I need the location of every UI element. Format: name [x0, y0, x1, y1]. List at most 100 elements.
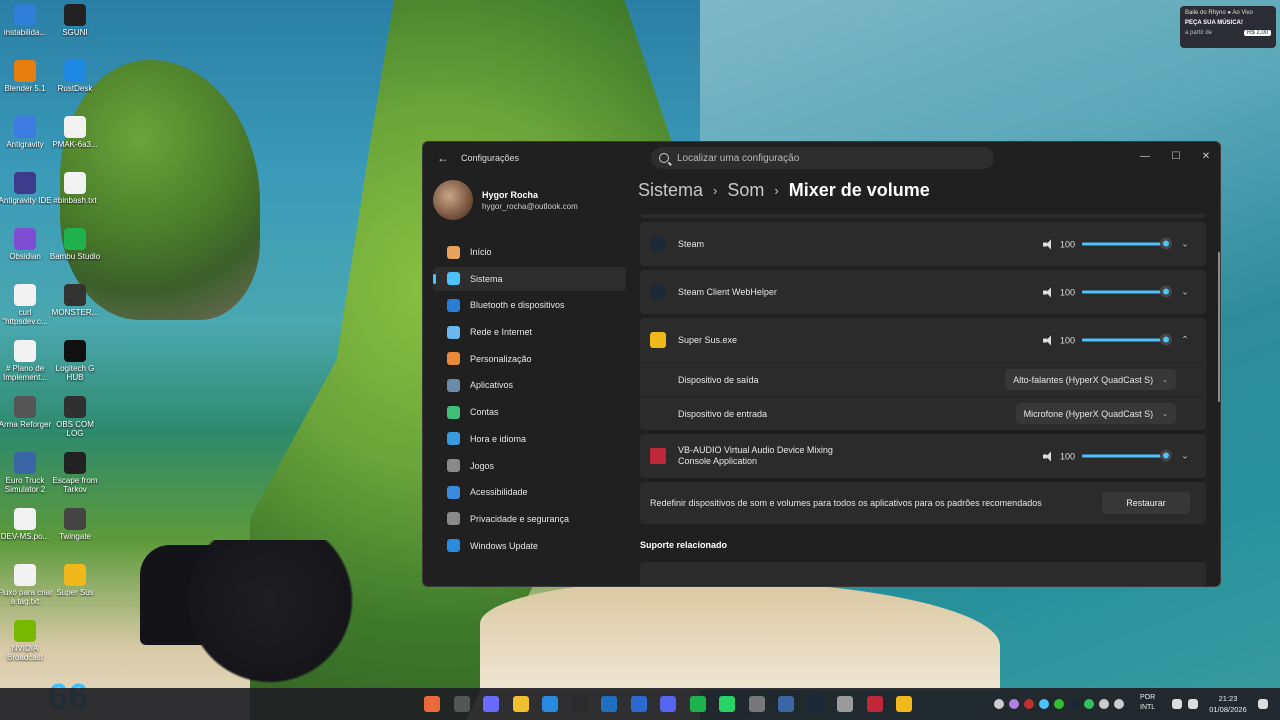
- copilot-icon[interactable]: [483, 696, 499, 712]
- super-sus-icon[interactable]: [896, 696, 912, 712]
- desktop-icon[interactable]: Escape from Tarkov: [47, 452, 103, 494]
- live-widget[interactable]: Baile do Rhyno ● Ao Vivo PEÇA SUA MÚSICA…: [1180, 6, 1276, 48]
- tray-app-icon[interactable]: [1039, 699, 1049, 709]
- desktop-icon[interactable]: curl "httpsdev.c...: [0, 284, 53, 326]
- app-shortcut-icon: [64, 284, 86, 306]
- desktop-icon[interactable]: Antigravity: [0, 116, 53, 149]
- breadcrumb-sistema[interactable]: Sistema: [638, 180, 703, 201]
- desktop-icon[interactable]: instabilida...: [0, 4, 53, 37]
- whatsapp-icon[interactable]: [719, 696, 735, 712]
- desktop-icon[interactable]: Antigravity IDE: [0, 172, 53, 205]
- volume-slider[interactable]: [1082, 333, 1172, 346]
- chevron-down-icon[interactable]: ⌄: [1180, 239, 1190, 250]
- volume-slider[interactable]: [1082, 285, 1172, 298]
- file-explorer-icon[interactable]: [512, 696, 529, 712]
- sidebar-item-home[interactable]: Início: [433, 240, 626, 264]
- bambu-icon[interactable]: [689, 696, 706, 712]
- desktop-icon[interactable]: MONSTER...: [47, 284, 103, 317]
- user-profile[interactable]: Hygor Rocha hygor_rocha@outlook.com: [423, 174, 628, 226]
- page-title: Mixer de volume: [788, 180, 930, 200]
- monitor-icon[interactable]: [1114, 699, 1124, 709]
- chevron-up-icon[interactable]: [994, 699, 1004, 709]
- scrollbar[interactable]: [1218, 252, 1220, 402]
- steam-icon[interactable]: [1069, 699, 1079, 709]
- search-icon: [659, 153, 669, 163]
- sidebar-item-shield[interactable]: Privacidade e segurança: [433, 507, 626, 531]
- chevron-down-icon[interactable]: ⌄: [1180, 287, 1190, 298]
- clock-date: 01/08/2026: [1209, 705, 1247, 714]
- desktop-icon[interactable]: Super Sus: [47, 564, 103, 597]
- desktop-icon[interactable]: Euro Truck Simulator 2: [0, 452, 53, 494]
- desktop-icon[interactable]: Logitech G HUB: [47, 340, 103, 382]
- volume-icon[interactable]: [1188, 699, 1198, 709]
- restore-button[interactable]: Restaurar: [1102, 492, 1190, 514]
- desktop-icon[interactable]: Fluxo para criar a tag.txt: [0, 564, 53, 606]
- steam-icon[interactable]: [807, 696, 824, 712]
- terminal-icon[interactable]: [571, 696, 588, 712]
- obs-icon[interactable]: [748, 696, 765, 712]
- tray-app-icon[interactable]: [1084, 699, 1094, 709]
- desktop-icon[interactable]: Arma Reforger: [0, 396, 53, 429]
- volume-slider[interactable]: [1082, 237, 1172, 250]
- speaker-icon[interactable]: [1043, 451, 1054, 461]
- chevron-up-icon[interactable]: ⌃: [1180, 335, 1190, 346]
- sidebar-item-accessibility[interactable]: Acessibilidade: [433, 480, 626, 504]
- desktop-icon[interactable]: DEV-MS.po...: [0, 508, 53, 541]
- desktop-icon[interactable]: Bambu Studio: [47, 228, 103, 261]
- vscode-icon[interactable]: [630, 696, 647, 712]
- network-icon[interactable]: [1172, 699, 1182, 709]
- input-language[interactable]: POR INTL: [1140, 693, 1155, 713]
- notification-icon[interactable]: [1258, 699, 1268, 709]
- clock[interactable]: 21:23 01/08/2026: [1208, 693, 1248, 715]
- tray-app-icon[interactable]: [1054, 699, 1064, 709]
- sidebar-item-bluetooth[interactable]: Bluetooth e dispositivos: [433, 293, 626, 317]
- previous-card-edge: [640, 214, 1206, 218]
- sidebar-item-gamepad[interactable]: Jogos: [433, 454, 626, 478]
- desktop-icon[interactable]: Blender 5.1: [0, 60, 53, 93]
- sidebar-item-monitor[interactable]: Sistema: [433, 266, 626, 291]
- edge-icon[interactable]: [542, 696, 558, 712]
- vb-audio-icon[interactable]: [866, 696, 883, 712]
- microphone-icon[interactable]: [1099, 699, 1109, 709]
- desktop-icon[interactable]: Twingate: [47, 508, 103, 541]
- desktop-icon[interactable]: Obsidian: [0, 228, 53, 261]
- widgets-icon[interactable]: [424, 696, 440, 712]
- sidebar-item-update[interactable]: Windows Update: [433, 534, 626, 558]
- desktop-icon[interactable]: #binbash.txt: [47, 172, 103, 205]
- output-device-select[interactable]: Alto-falantes (HyperX QuadCast S) ⌄: [1005, 369, 1176, 390]
- desktop-icon-label: instabilida...: [3, 28, 47, 37]
- speaker-icon[interactable]: [1043, 287, 1054, 297]
- app-shortcut-icon: [14, 340, 36, 362]
- desktop-icon[interactable]: # Plano de Implement...: [0, 340, 53, 382]
- sidebar-item-account[interactable]: Contas: [433, 400, 626, 424]
- minimize-button[interactable]: —: [1130, 146, 1160, 166]
- discord-icon[interactable]: [660, 696, 676, 712]
- task-view-icon[interactable]: [453, 696, 470, 712]
- speaker-icon[interactable]: [1043, 239, 1054, 249]
- pen-icon[interactable]: [1009, 699, 1019, 709]
- breadcrumb-som[interactable]: Som: [727, 180, 764, 201]
- sidebar-item-brush[interactable]: Personalização: [433, 347, 626, 371]
- desktop-icon[interactable]: NVIDIA Broadcast: [0, 620, 53, 662]
- search-input[interactable]: Localizar uma configuração: [651, 147, 994, 169]
- close-button[interactable]: ✕: [1191, 146, 1220, 166]
- sidebar-item-apps[interactable]: Aplicativos: [433, 373, 626, 397]
- brush-icon: [447, 352, 460, 366]
- chevron-down-icon[interactable]: ⌄: [1180, 451, 1190, 462]
- desktop-icon[interactable]: SGUNI: [47, 4, 103, 37]
- maximize-button[interactable]: ☐: [1161, 146, 1191, 166]
- desktop-icon[interactable]: PMAK-6a3...: [47, 116, 103, 149]
- notepad-icon[interactable]: [778, 696, 794, 712]
- input-device-select[interactable]: Microfone (HyperX QuadCast S) ⌄: [1015, 403, 1176, 424]
- related-support-card[interactable]: [640, 562, 1206, 586]
- desktop-icon[interactable]: OBS COM LOG: [47, 396, 103, 438]
- settings-icon[interactable]: [837, 696, 853, 712]
- desktop-icon[interactable]: RustDesk: [47, 60, 103, 93]
- volume-slider[interactable]: [1082, 449, 1172, 462]
- outlook-icon[interactable]: [601, 696, 617, 712]
- speaker-icon[interactable]: [1043, 335, 1054, 345]
- sidebar-item-wifi[interactable]: Rede e Internet: [433, 320, 626, 344]
- sidebar-item-globe-clock[interactable]: Hora e idioma: [433, 427, 626, 451]
- tray-app-icon[interactable]: [1024, 699, 1034, 709]
- back-button[interactable]: ←: [429, 144, 457, 172]
